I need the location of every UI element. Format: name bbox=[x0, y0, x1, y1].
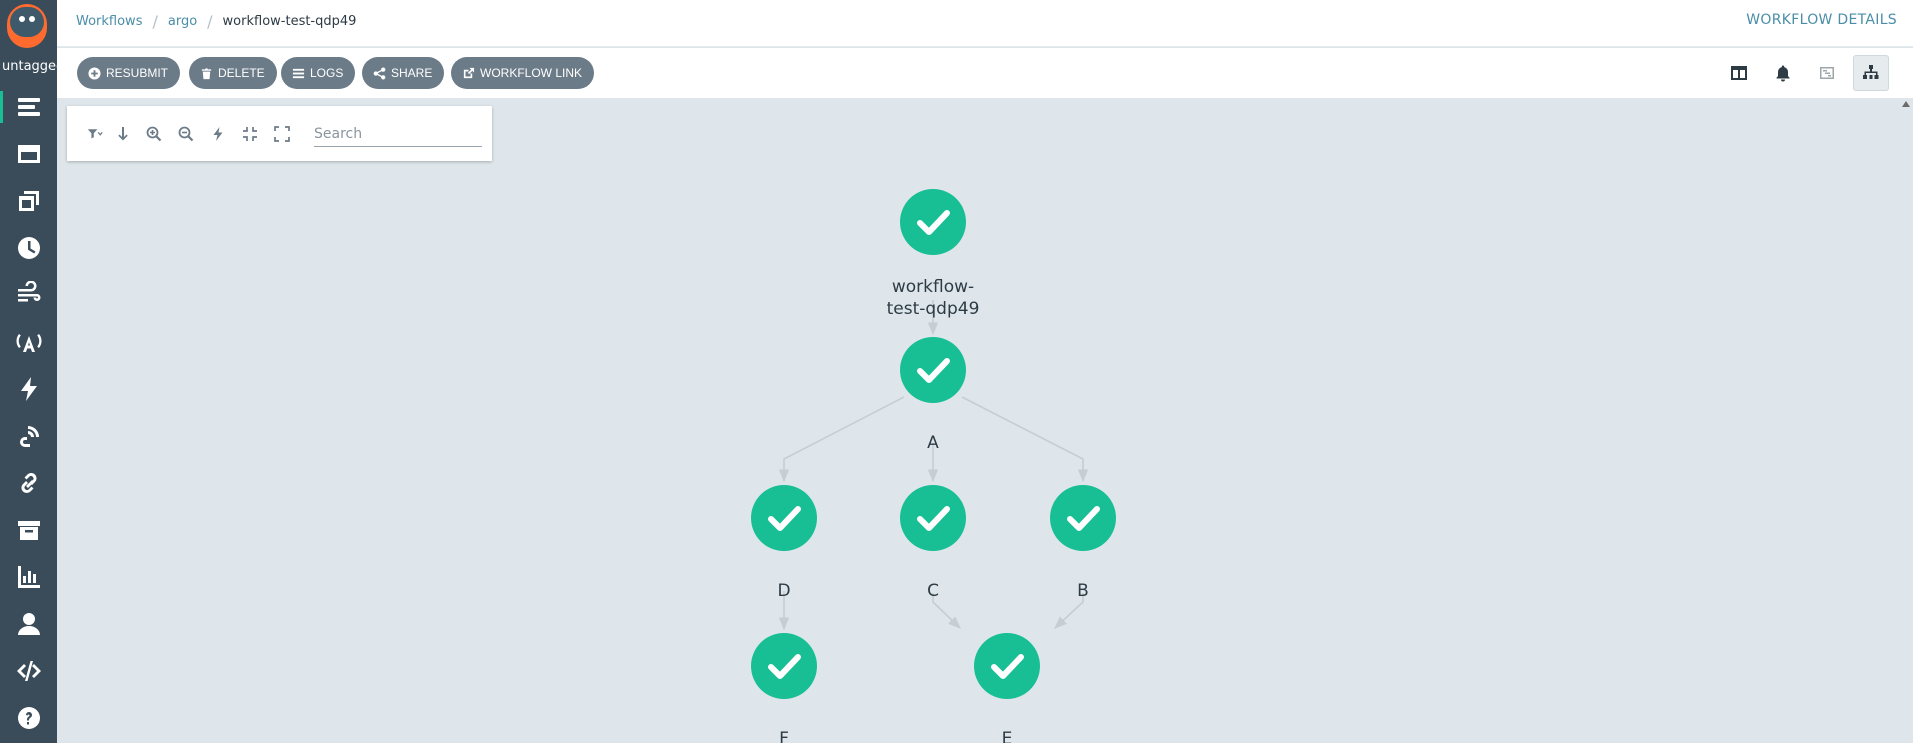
logs-label: LOGS bbox=[310, 66, 344, 80]
nav-api-docs-icon[interactable] bbox=[0, 651, 57, 691]
breadcrumb-namespace-link[interactable]: argo bbox=[168, 14, 197, 29]
breadcrumb-workflows-link[interactable]: Workflows bbox=[76, 14, 142, 29]
resubmit-label: RESUBMIT bbox=[106, 66, 169, 80]
node-status-circle[interactable] bbox=[900, 189, 966, 255]
workflow-link-button[interactable]: WORKFLOW LINK bbox=[451, 57, 595, 89]
nav-sensors-icon[interactable] bbox=[0, 369, 57, 409]
plus-circle-icon bbox=[87, 66, 101, 80]
breadcrumb: Workflows / argo / workflow-test-qdp49 bbox=[76, 12, 356, 31]
node-label: D bbox=[777, 581, 790, 601]
graph-node-F[interactable]: F bbox=[751, 633, 817, 743]
timeline-icon[interactable] bbox=[1809, 55, 1845, 91]
trash-icon bbox=[199, 66, 213, 80]
node-status-circle[interactable] bbox=[751, 633, 817, 699]
external-link-icon bbox=[461, 66, 475, 80]
node-status-circle[interactable] bbox=[974, 633, 1040, 699]
nav-workflows-icon[interactable] bbox=[0, 87, 57, 127]
delete-label: DELETE bbox=[218, 66, 265, 80]
node-label: workflow- bbox=[892, 277, 974, 297]
graph-view-icon[interactable] bbox=[1853, 55, 1889, 91]
breadcrumb-current: workflow-test-qdp49 bbox=[222, 14, 357, 29]
graph-edge-A-B bbox=[961, 396, 1089, 483]
delete-button[interactable]: DELETE bbox=[189, 57, 277, 89]
sidebar: untagged bbox=[0, 0, 58, 743]
node-label: C bbox=[927, 581, 939, 601]
share-icon bbox=[372, 66, 386, 80]
bars-icon bbox=[291, 66, 305, 80]
nav-reports-icon[interactable] bbox=[0, 557, 57, 597]
graph-node-root[interactable]: workflow-test-qdp49 bbox=[887, 189, 980, 319]
workflow-graph-canvas[interactable]: workflow-test-qdp49 A D C B F E bbox=[57, 98, 1913, 743]
node-label: test-qdp49 bbox=[887, 299, 980, 319]
user-label: untagged bbox=[2, 59, 58, 74]
logs-button[interactable]: LOGS bbox=[281, 57, 356, 89]
nav-event-sources-icon[interactable] bbox=[0, 322, 57, 362]
breadcrumb-separator: / bbox=[207, 12, 213, 31]
node-status-circle[interactable] bbox=[751, 485, 817, 551]
nav-user-icon[interactable] bbox=[0, 604, 57, 644]
node-label: E bbox=[1002, 729, 1013, 743]
workflow-graph: workflow-test-qdp49 A D C B F E bbox=[751, 189, 1116, 743]
nav-event-flow-icon[interactable] bbox=[0, 275, 57, 315]
graph-node-D[interactable]: D bbox=[751, 485, 817, 601]
graph-node-E[interactable]: E bbox=[974, 633, 1040, 743]
node-status-circle[interactable] bbox=[900, 337, 966, 403]
share-button[interactable]: SHARE bbox=[362, 57, 445, 89]
split-panel-icon[interactable] bbox=[1721, 55, 1757, 91]
octopus-logo-icon bbox=[7, 4, 47, 48]
graph-node-A[interactable]: A bbox=[900, 337, 966, 453]
node-status-circle[interactable] bbox=[900, 485, 966, 551]
top-bar: Workflows / argo / workflow-test-qdp49 W… bbox=[57, 0, 1913, 47]
nav-cluster-templates-icon[interactable] bbox=[0, 181, 57, 221]
resubmit-button[interactable]: RESUBMIT bbox=[77, 57, 181, 89]
breadcrumb-separator: / bbox=[152, 12, 158, 31]
node-label: F bbox=[779, 729, 789, 743]
node-label: B bbox=[1077, 581, 1089, 601]
node-label: A bbox=[927, 433, 939, 453]
nav-archived-workflows-icon[interactable] bbox=[0, 510, 57, 550]
node-status-circle[interactable] bbox=[1050, 485, 1116, 551]
bell-icon[interactable] bbox=[1765, 55, 1801, 91]
workflow-link-label: WORKFLOW LINK bbox=[480, 66, 583, 80]
nav-link-icon[interactable] bbox=[0, 463, 57, 503]
nav-event-bus-icon[interactable] bbox=[0, 416, 57, 456]
page-title: WORKFLOW DETAILS bbox=[1746, 12, 1897, 28]
argo-logo[interactable]: untagged bbox=[0, 0, 58, 80]
nav-cron-workflows-icon[interactable] bbox=[0, 228, 57, 268]
nav-help-icon[interactable] bbox=[0, 698, 57, 738]
share-label: SHARE bbox=[391, 66, 433, 80]
graph-edge-A-D bbox=[778, 396, 905, 483]
graph-node-C[interactable]: C bbox=[900, 485, 966, 601]
graph-node-B[interactable]: B bbox=[1050, 485, 1116, 601]
nav-workflow-templates-icon[interactable] bbox=[0, 134, 57, 174]
action-bar: RESUBMIT DELETE LOGS SHARE WORKFLOW LINK bbox=[57, 48, 1913, 98]
